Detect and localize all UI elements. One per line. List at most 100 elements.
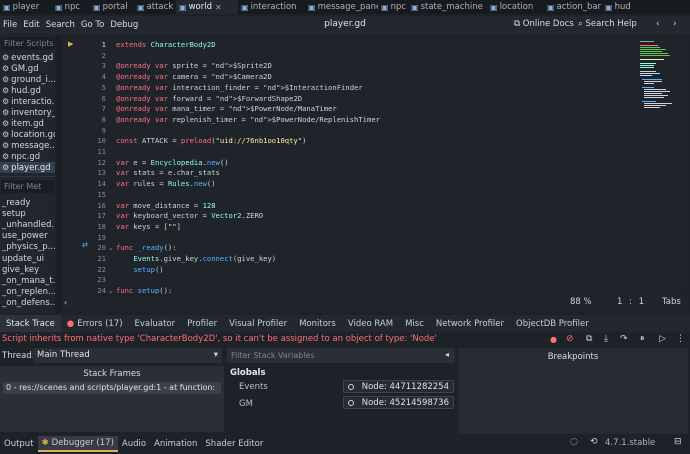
code-line[interactable]: 16 var move_distance = 128: [62, 200, 638, 211]
code-line[interactable]: 17 var keyboard_vector = Vector2.ZERO: [62, 210, 638, 221]
panel-toggle-icon[interactable]: ⊟: [674, 437, 682, 447]
code-line[interactable]: 3 @onready var sprite = "nd">$Sprite2D: [62, 60, 638, 71]
script-item[interactable]: ⚙ ground_i...: [0, 74, 55, 85]
method-item[interactable]: _physics_p...: [0, 242, 55, 253]
tab-npc[interactable]: ▣ npc: [52, 0, 90, 14]
break-icon[interactable]: ⏸: [640, 334, 645, 344]
history-icon[interactable]: ⟲: [590, 437, 598, 447]
menu-go-to[interactable]: Go To: [78, 20, 107, 30]
online-docs-button[interactable]: ⧉ Online Docs: [514, 19, 574, 29]
variable-value[interactable]: Node: 45214598736: [343, 396, 454, 409]
search-help-button[interactable]: ⌕ Search Help: [578, 19, 637, 29]
code-line[interactable]: 4 @onready var camera = "nd">$Camera2D: [62, 71, 638, 82]
chevron-right-icon[interactable]: ›: [673, 19, 677, 29]
expand-icon[interactable]: ◂: [445, 350, 449, 359]
method-item[interactable]: give_key: [0, 264, 55, 275]
clear-breakpoints-icon[interactable]: ⊘: [566, 334, 574, 344]
tab-visual-profiler[interactable]: Visual Profiler: [223, 315, 293, 332]
copy-icon[interactable]: ⧉: [586, 334, 592, 344]
panel-splitter[interactable]: [56, 35, 61, 313]
menu-file[interactable]: File: [0, 20, 20, 30]
code-line[interactable]: 5 @onready var interaction_finder = "nd">…: [62, 82, 638, 93]
chevron-left-icon[interactable]: ‹: [656, 19, 660, 29]
code-line[interactable]: 24 ⌄ func setup():: [62, 285, 638, 294]
method-item[interactable]: _on_replen...: [0, 287, 55, 298]
tab-world[interactable]: ▣ world ✕: [176, 0, 238, 14]
tab-attack[interactable]: ▣ attack: [134, 0, 176, 14]
tab-player[interactable]: ▣ player: [0, 0, 52, 14]
script-item[interactable]: ⚙inventory_...: [0, 107, 55, 118]
tab-objectdb-profiler[interactable]: ObjectDB Profiler: [510, 315, 595, 332]
code-line[interactable]: 9: [62, 125, 638, 136]
shader-editor-tab[interactable]: Shader Editor: [201, 436, 267, 452]
tab-monitors[interactable]: Monitors: [293, 315, 342, 332]
code-line[interactable]: 23: [62, 274, 638, 285]
code-line[interactable]: 10 const ATTACK = preload("uid://76nb1oo1…: [62, 135, 638, 146]
more-options-icon[interactable]: ⋮: [676, 334, 685, 344]
method-item[interactable]: _unhandled...: [0, 219, 55, 230]
method-item[interactable]: _on_mana_t...: [0, 275, 55, 286]
stack-frame-row[interactable]: 0 - res://scenes and scripts/player.gd:1…: [3, 382, 221, 394]
tab-location[interactable]: ▣ location: [487, 0, 544, 14]
menu-debug[interactable]: Debug: [107, 20, 141, 30]
code-line[interactable]: 2: [62, 50, 638, 61]
tab-video-ram[interactable]: Video RAM: [342, 315, 399, 332]
code-line[interactable]: 1 extends CharacterBody2D: [62, 39, 638, 50]
tab-errors[interactable]: ● Errors (17): [61, 315, 129, 332]
tab-hud[interactable]: ▣ hud: [602, 0, 690, 14]
tab-network-profiler[interactable]: Network Profiler: [430, 315, 510, 332]
script-item[interactable]: ⚙ hud.gd: [0, 85, 55, 96]
method-item[interactable]: update_ui: [0, 253, 55, 264]
zoom-level[interactable]: 88 %: [570, 297, 592, 307]
script-item[interactable]: ⚙ interactio...: [0, 96, 55, 107]
code-line[interactable]: 21 Events.give_key.connect(give_key): [62, 253, 638, 264]
code-line[interactable]: 7 @onready var mana_timer = "nd">$PowerNo…: [62, 103, 638, 114]
filter-methods-input[interactable]: Filter Met: [1, 180, 54, 193]
variable-value[interactable]: Node: 44711282254: [343, 380, 454, 393]
step-into-icon[interactable]: ⤓: [604, 334, 608, 344]
menu-edit[interactable]: Edit: [20, 20, 42, 30]
code-line[interactable]: 12 var e = Encyclopedia.new(): [62, 157, 638, 168]
fold-icon[interactable]: ⌄: [108, 287, 114, 294]
script-item[interactable]: ⚙ GM.gd: [0, 63, 55, 74]
fold-icon[interactable]: ⌄: [108, 244, 114, 252]
minimap[interactable]: [638, 35, 686, 294]
tab-misc[interactable]: Misc: [399, 315, 430, 332]
method-item[interactable]: _ready: [0, 197, 55, 208]
output-tab[interactable]: Output: [0, 436, 38, 452]
filter-scripts-input[interactable]: Filter Scripts: [1, 37, 54, 50]
code-line[interactable]: 15: [62, 189, 638, 200]
code-line[interactable]: 13 var stats = e.char_stats: [62, 167, 638, 178]
code-line[interactable]: 22 setup(): [62, 264, 638, 275]
code-line[interactable]: 14 var rules = Rules.new(): [62, 178, 638, 189]
code-line[interactable]: 8 @onready var replenish_timer = "nd">$Po…: [62, 114, 638, 125]
thread-select[interactable]: Main Thread ▾: [33, 348, 222, 363]
tab-stack-trace[interactable]: Stack Trace: [0, 315, 61, 332]
step-over-icon[interactable]: ↷: [620, 334, 628, 344]
method-item[interactable]: _on_defens...: [0, 298, 55, 309]
code-line[interactable]: 20 ⌄ func _ready():: [62, 242, 638, 253]
tab-interaction[interactable]: ▣ interaction: [238, 0, 305, 14]
script-item[interactable]: ⚙ item.gd: [0, 118, 55, 129]
script-item[interactable]: ⚙ events.gd: [0, 52, 55, 63]
animation-tab[interactable]: Animation: [150, 436, 201, 452]
code-line[interactable]: 11: [62, 146, 638, 157]
indent-mode[interactable]: Tabs: [662, 297, 681, 307]
continue-icon[interactable]: ▷: [659, 334, 666, 344]
debugger-tab[interactable]: ✱ Debugger (17): [37, 436, 118, 452]
code-line[interactable]: 19: [62, 232, 638, 243]
tab-profiler[interactable]: Profiler: [181, 315, 223, 332]
tab-npc-2[interactable]: ▣ npc: [378, 0, 408, 14]
tab-state-machine[interactable]: ▣ state_machine: [408, 0, 487, 14]
tab-message-panel[interactable]: ▣ message_panel: [305, 0, 378, 14]
audio-tab[interactable]: Audio: [118, 436, 150, 452]
code-line[interactable]: 18 var keys = [""]: [62, 221, 638, 232]
tab-portal[interactable]: ▣ portal: [90, 0, 134, 14]
script-item[interactable]: ⚙ location.gd: [0, 129, 55, 140]
menu-search[interactable]: Search: [43, 20, 78, 30]
script-item[interactable]: ⚙ message...: [0, 140, 55, 151]
tab-action-bar[interactable]: ▣ action_bar: [544, 0, 602, 14]
tab-evaluator[interactable]: Evaluator: [129, 315, 182, 332]
script-item-selected[interactable]: ⚙ player.gd: [0, 162, 55, 173]
script-item[interactable]: ⚙ npc.gd: [0, 151, 55, 162]
